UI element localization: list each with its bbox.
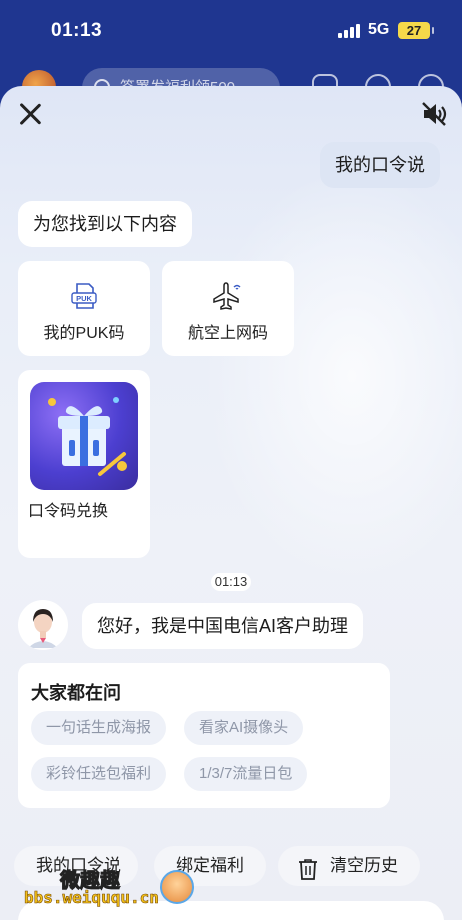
result-card-label: 航空上网码 (187, 325, 268, 342)
watermark-mascot (160, 870, 194, 904)
puk-icon: PUK (69, 281, 99, 316)
airplane-wifi-icon (212, 281, 244, 316)
svg-text:PUK: PUK (76, 294, 92, 303)
trash-icon (298, 855, 318, 895)
result-card-command-redeem[interactable]: 口令码兑换 (18, 370, 150, 558)
result-card-puk[interactable]: PUK 我的PUK码 (18, 261, 150, 356)
network-type: 5G (368, 21, 390, 38)
bot-intro-message: 为您找到以下内容 (18, 201, 192, 247)
status-time: 01:13 (51, 20, 103, 41)
faq-chip[interactable]: 一句话生成海报 (31, 711, 167, 745)
gift-box-image (30, 382, 138, 490)
faq-chip[interactable]: 彩铃任选包福利 (31, 757, 167, 791)
faq-chip[interactable]: 1/3/7流量日包 (184, 757, 308, 791)
faq-title: 大家都在问 (31, 683, 121, 703)
mute-icon[interactable] (420, 100, 448, 128)
result-card-label: 我的PUK码 (43, 325, 125, 342)
result-card-airplane-wifi[interactable]: 航空上网码 (162, 261, 294, 356)
message-timestamp: 01:13 (211, 573, 251, 591)
faq-card: 大家都在问 一句话生成海报 看家AI摄像头 彩铃任选包福利 1/3/7流量日包 (18, 663, 390, 808)
clear-history-button[interactable]: 清空历史 (278, 846, 420, 886)
assistant-avatar (18, 600, 68, 650)
user-message: 我的口令说 (320, 142, 440, 188)
close-button[interactable] (16, 100, 44, 128)
result-card-label: 口令码兑换 (28, 503, 109, 520)
ai-assistant-sheet: 我的口令说 为您找到以下内容 PUK 我的PUK码 航空上网码 口令码兑换 01… (0, 86, 462, 920)
bot-greeting-message: 您好，我是中国电信AI客户助理 (82, 603, 364, 649)
signal-icon (338, 24, 360, 38)
clear-history-label: 清空历史 (330, 856, 398, 875)
status-bar: 01:13 5G 27 (0, 0, 462, 62)
faq-chip[interactable]: 看家AI摄像头 (184, 711, 304, 745)
watermark: 微趣趣 bbs.weiququ.cn (20, 864, 230, 912)
watermark-text-url: bbs.weiququ.cn (24, 888, 159, 908)
battery-indicator: 27 (398, 22, 434, 39)
